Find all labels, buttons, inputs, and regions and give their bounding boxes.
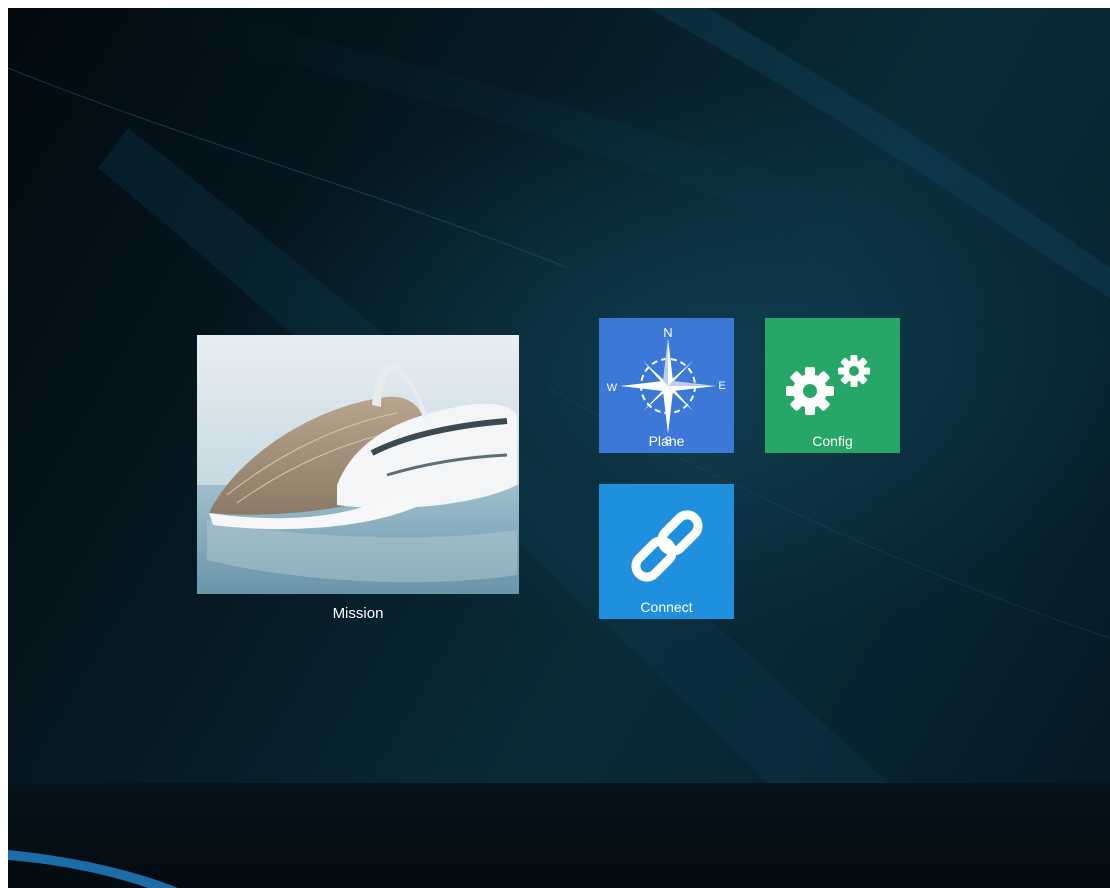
compass-w-label: W bbox=[607, 382, 618, 394]
desktop-background bbox=[8, 8, 1110, 888]
background-curves bbox=[8, 8, 1110, 888]
compass-e-label: E bbox=[718, 380, 725, 392]
connect-label: Connect bbox=[640, 599, 693, 615]
config-label: Config bbox=[812, 433, 853, 449]
futuristic-yacht-image bbox=[197, 335, 519, 594]
connect-tile[interactable]: Connect bbox=[599, 484, 734, 619]
mission-label: Mission bbox=[332, 605, 384, 622]
plane-tile[interactable]: N W E S Plane bbox=[599, 318, 734, 453]
config-tile[interactable]: Config bbox=[765, 318, 900, 453]
compass-n-label: N bbox=[663, 325, 672, 340]
mission-tile[interactable] bbox=[197, 335, 519, 594]
plane-label: Plane bbox=[648, 433, 685, 449]
